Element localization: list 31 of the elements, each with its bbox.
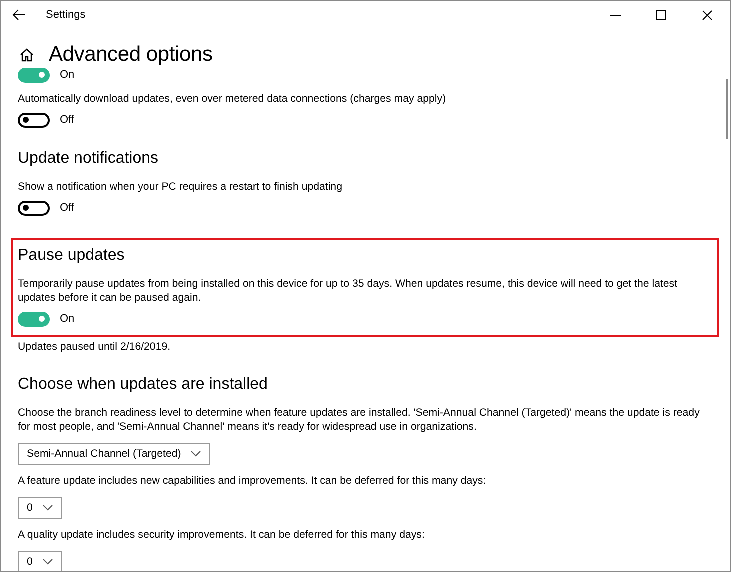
description-text: Updates paused until 2/16/2019. [18, 340, 172, 354]
toggle-state-label: Off [60, 202, 74, 214]
maximize-icon[interactable] [656, 10, 666, 20]
description-text: A quality update includes security improvements. It can be deferred for this many days: [18, 528, 426, 542]
close-icon[interactable] [702, 10, 712, 20]
chevron-down-icon [42, 505, 53, 511]
chevron-down-icon [42, 559, 53, 565]
chevron-down-icon [191, 451, 202, 457]
description-text: Automatically download updates, even over metered data connections (charges may apply) [18, 92, 448, 106]
toggle-switch[interactable] [18, 112, 50, 128]
window-title: Settings [46, 9, 86, 21]
toggle-state-label: On [60, 69, 75, 81]
toggle-switch[interactable] [18, 68, 50, 82]
toggle-state-label: On [60, 313, 75, 325]
page-title: Advanced options [49, 43, 213, 67]
toggle-state-label: Off [60, 114, 74, 126]
back-arrow-icon[interactable] [12, 8, 26, 22]
description-text: Temporarily pause updates from being installed on this device for up to 35 days. When updates resume, this device will need to get the latest updates before it can be paused again. [18, 277, 679, 305]
description-text: A feature update includes new capabilities and improvements. It can be deferred for this many days: [18, 474, 488, 488]
section-heading: Pause updates [18, 247, 126, 265]
section-heading: Choose when updates are installed [18, 376, 269, 394]
dropdown[interactable]: 0 [18, 497, 62, 519]
home-icon[interactable] [19, 47, 35, 63]
section-heading: Update notifications [18, 150, 160, 168]
scrollbar[interactable] [726, 79, 728, 139]
description-text: Choose the branch readiness level to determine when feature updates are installed. 'Semi-Annual Channel (Targeted)' means the update is ready for most people, and 'Semi-Annual Channel' means it's ready for widespread use in organizations. [18, 406, 701, 434]
dropdown[interactable]: 0 [18, 551, 62, 571]
description-text: Show a notification when your PC requires a restart to finish updating [18, 180, 344, 194]
toggle-switch[interactable] [18, 200, 50, 216]
toggle-switch[interactable] [18, 312, 50, 326]
dropdown[interactable]: Semi-Annual Channel (Targeted) [18, 443, 210, 465]
